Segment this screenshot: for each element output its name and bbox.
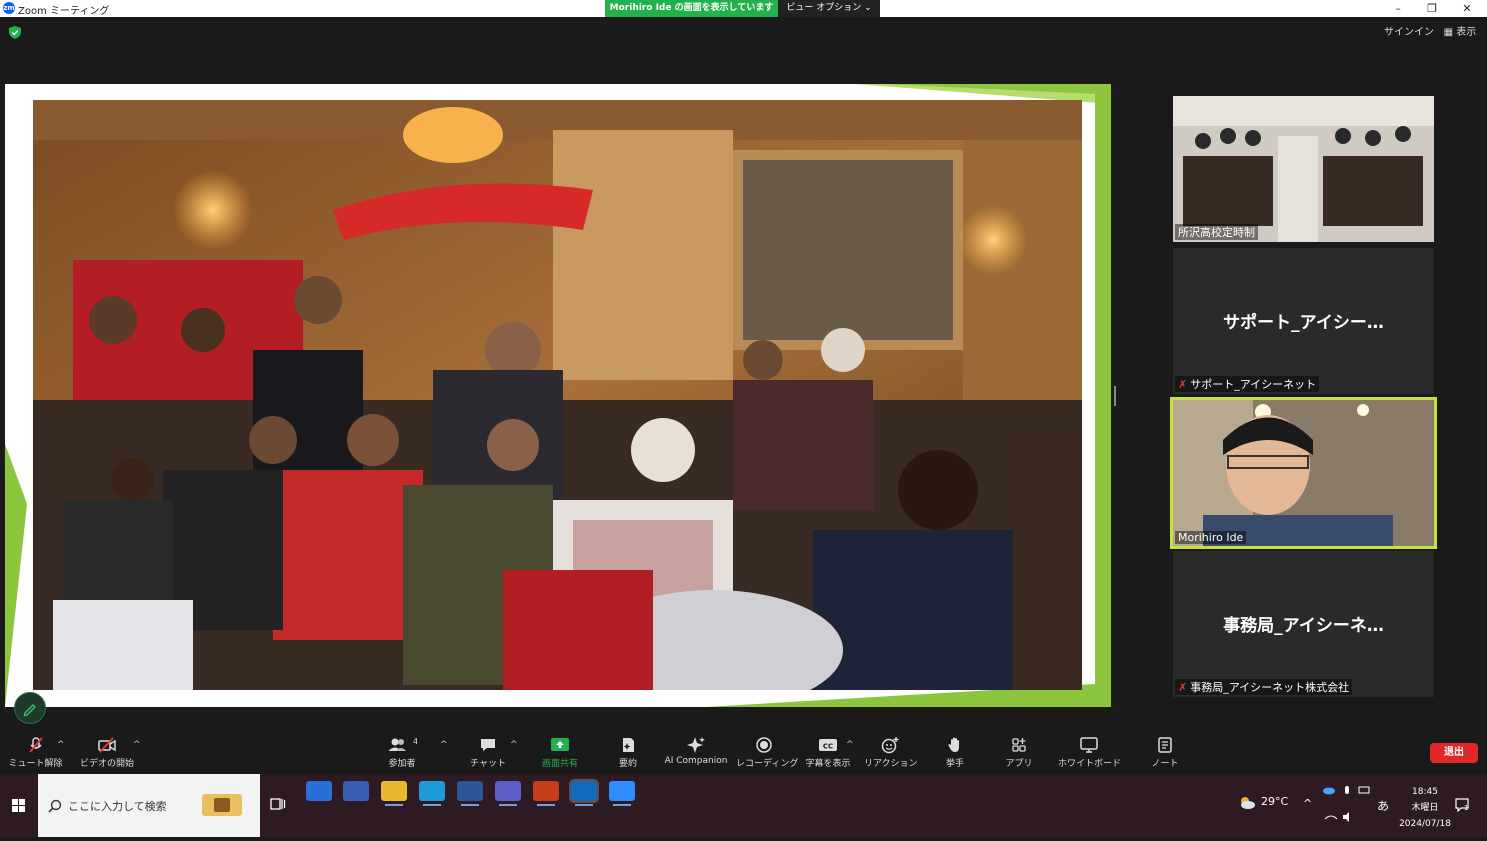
start-video-button[interactable]: ビデオの開始	[78, 736, 136, 769]
ime-indicator[interactable]: あ	[1377, 797, 1389, 814]
close-window-button[interactable]: ✕	[1450, 0, 1484, 17]
briefcase-icon	[202, 794, 242, 816]
outlook-app-icon[interactable]	[569, 779, 599, 803]
participant-tile-active-speaker[interactable]: Morihiro Ide	[1170, 397, 1437, 549]
taskbar-clock[interactable]: 18:45 木曜日 2024/07/18	[1392, 784, 1458, 832]
summary-icon	[623, 738, 634, 752]
record-icon	[756, 737, 772, 753]
weather-icon	[1241, 797, 1255, 809]
unmute-button[interactable]: ミュート解除	[8, 736, 63, 769]
notes-button[interactable]: ノート	[1150, 736, 1180, 769]
participant-video	[1173, 96, 1434, 242]
powerpoint-app-icon[interactable]	[533, 781, 559, 801]
whiteboard-button[interactable]: ホワイトボード	[1058, 736, 1121, 769]
zoom-app-icon[interactable]	[609, 781, 635, 801]
participant-tile[interactable]: サポート_アイシー… ✗ サポート_アイシーネット	[1173, 248, 1434, 394]
audio-options-caret[interactable]: ^	[57, 740, 65, 750]
chat-options-caret[interactable]: ^	[510, 740, 518, 750]
weather-temperature[interactable]: 29°C	[1261, 795, 1288, 808]
participant-display-name: サポート_アイシー…	[1223, 313, 1384, 333]
hand-icon	[948, 737, 959, 752]
participant-video	[1173, 400, 1434, 546]
search-placeholder: ここに入力して検索	[68, 800, 167, 813]
apps-button[interactable]: アプリ	[1004, 736, 1034, 769]
sign-in-button[interactable]: サインイン	[1384, 24, 1434, 41]
shield-icon[interactable]	[9, 26, 21, 39]
sparkle-icon	[687, 737, 705, 753]
taskbar-active-indicator	[385, 804, 403, 806]
participant-name: ✗ 事務局_アイシーネット株式会社	[1175, 679, 1353, 695]
share-screen-button[interactable]: 画面共有	[538, 736, 582, 769]
start-button[interactable]	[0, 774, 38, 837]
resize-handle[interactable]	[1114, 386, 1116, 406]
ai-companion-button[interactable]: AI Companion	[663, 736, 729, 766]
mail-app-icon[interactable]	[306, 781, 332, 801]
notification-count: 1	[1464, 804, 1469, 812]
show-hidden-icons-chevron[interactable]: ^	[1303, 797, 1312, 810]
captions-options-caret[interactable]: ^	[846, 740, 854, 750]
file-explorer-icon[interactable]	[381, 781, 407, 801]
participant-display-name: 事務局_アイシーネ…	[1223, 616, 1384, 636]
view-button[interactable]: ▦ 表示	[1440, 24, 1480, 41]
taskbar-active-indicator	[461, 804, 479, 806]
share-screen-icon	[551, 738, 569, 751]
closed-captions-icon: CC	[819, 739, 837, 751]
edge-browser-icon[interactable]	[419, 781, 445, 801]
taskbar-search-box[interactable]: ここに入力して検索	[38, 774, 260, 837]
emoji-icon	[881, 737, 899, 754]
whiteboard-icon	[1080, 737, 1098, 753]
video-options-caret[interactable]: ^	[133, 740, 141, 750]
chat-icon	[481, 739, 495, 751]
video-off-icon	[98, 737, 116, 753]
mic-muted-icon: ✗	[1178, 681, 1188, 694]
store-app-icon[interactable]	[343, 781, 369, 801]
taskbar-active-indicator	[499, 804, 517, 806]
teams-app-icon[interactable]	[495, 781, 521, 801]
task-view-icon[interactable]	[270, 797, 286, 811]
slide-photo	[33, 100, 1082, 690]
participants-button[interactable]: 4 参加者	[383, 736, 421, 769]
apps-icon	[1012, 738, 1026, 752]
taskbar-active-indicator	[613, 804, 631, 806]
taskbar-active-indicator	[575, 804, 593, 806]
window-title: Zoom ミーティング	[18, 6, 110, 17]
participant-name: 所沢高校定時制	[1175, 224, 1258, 240]
annotate-button[interactable]	[14, 692, 46, 724]
svg-text:CC: CC	[823, 743, 833, 751]
view-options-button[interactable]: ビュー オプション ⌄	[778, 0, 880, 17]
notes-icon	[1158, 737, 1172, 753]
notification-icon	[1455, 798, 1469, 813]
search-icon	[48, 799, 62, 813]
taskbar-active-indicator	[537, 804, 555, 806]
pencil-icon	[23, 704, 36, 717]
mic-muted-icon	[28, 737, 43, 753]
notification-center-button[interactable]: 1	[1455, 797, 1471, 813]
participant-tile[interactable]: 事務局_アイシーネ… ✗ 事務局_アイシーネット株式会社	[1173, 551, 1434, 697]
shared-screen-slide	[5, 84, 1111, 707]
participant-name: ✗ サポート_アイシーネット	[1175, 376, 1320, 392]
zoom-logo-icon: zm	[3, 2, 15, 14]
summary-button[interactable]: 要約	[614, 736, 642, 769]
record-button[interactable]: レコーディング	[736, 736, 798, 769]
reactions-button[interactable]: リアクション	[864, 736, 918, 769]
participants-count: 4	[413, 737, 417, 746]
restore-button[interactable]: ❐	[1415, 0, 1449, 17]
raise-hand-button[interactable]: 挙手	[940, 736, 970, 769]
leave-button[interactable]: 退出	[1430, 743, 1478, 763]
minimize-button[interactable]: –	[1381, 0, 1415, 17]
taskbar-active-indicator	[423, 804, 441, 806]
system-tray-icons[interactable]	[1321, 785, 1377, 825]
mic-muted-icon: ✗	[1178, 378, 1188, 391]
windows-icon	[12, 799, 25, 812]
participants-icon: 4	[388, 737, 417, 751]
chat-button[interactable]: チャット	[470, 736, 506, 769]
participants-options-caret[interactable]: ^	[440, 740, 448, 750]
participant-name: Morihiro Ide	[1175, 531, 1247, 544]
word-app-icon[interactable]	[457, 781, 483, 801]
share-banner: Morihiro Ide の画面を表示しています	[605, 0, 778, 17]
participant-tile[interactable]: 所沢高校定時制	[1173, 96, 1434, 242]
